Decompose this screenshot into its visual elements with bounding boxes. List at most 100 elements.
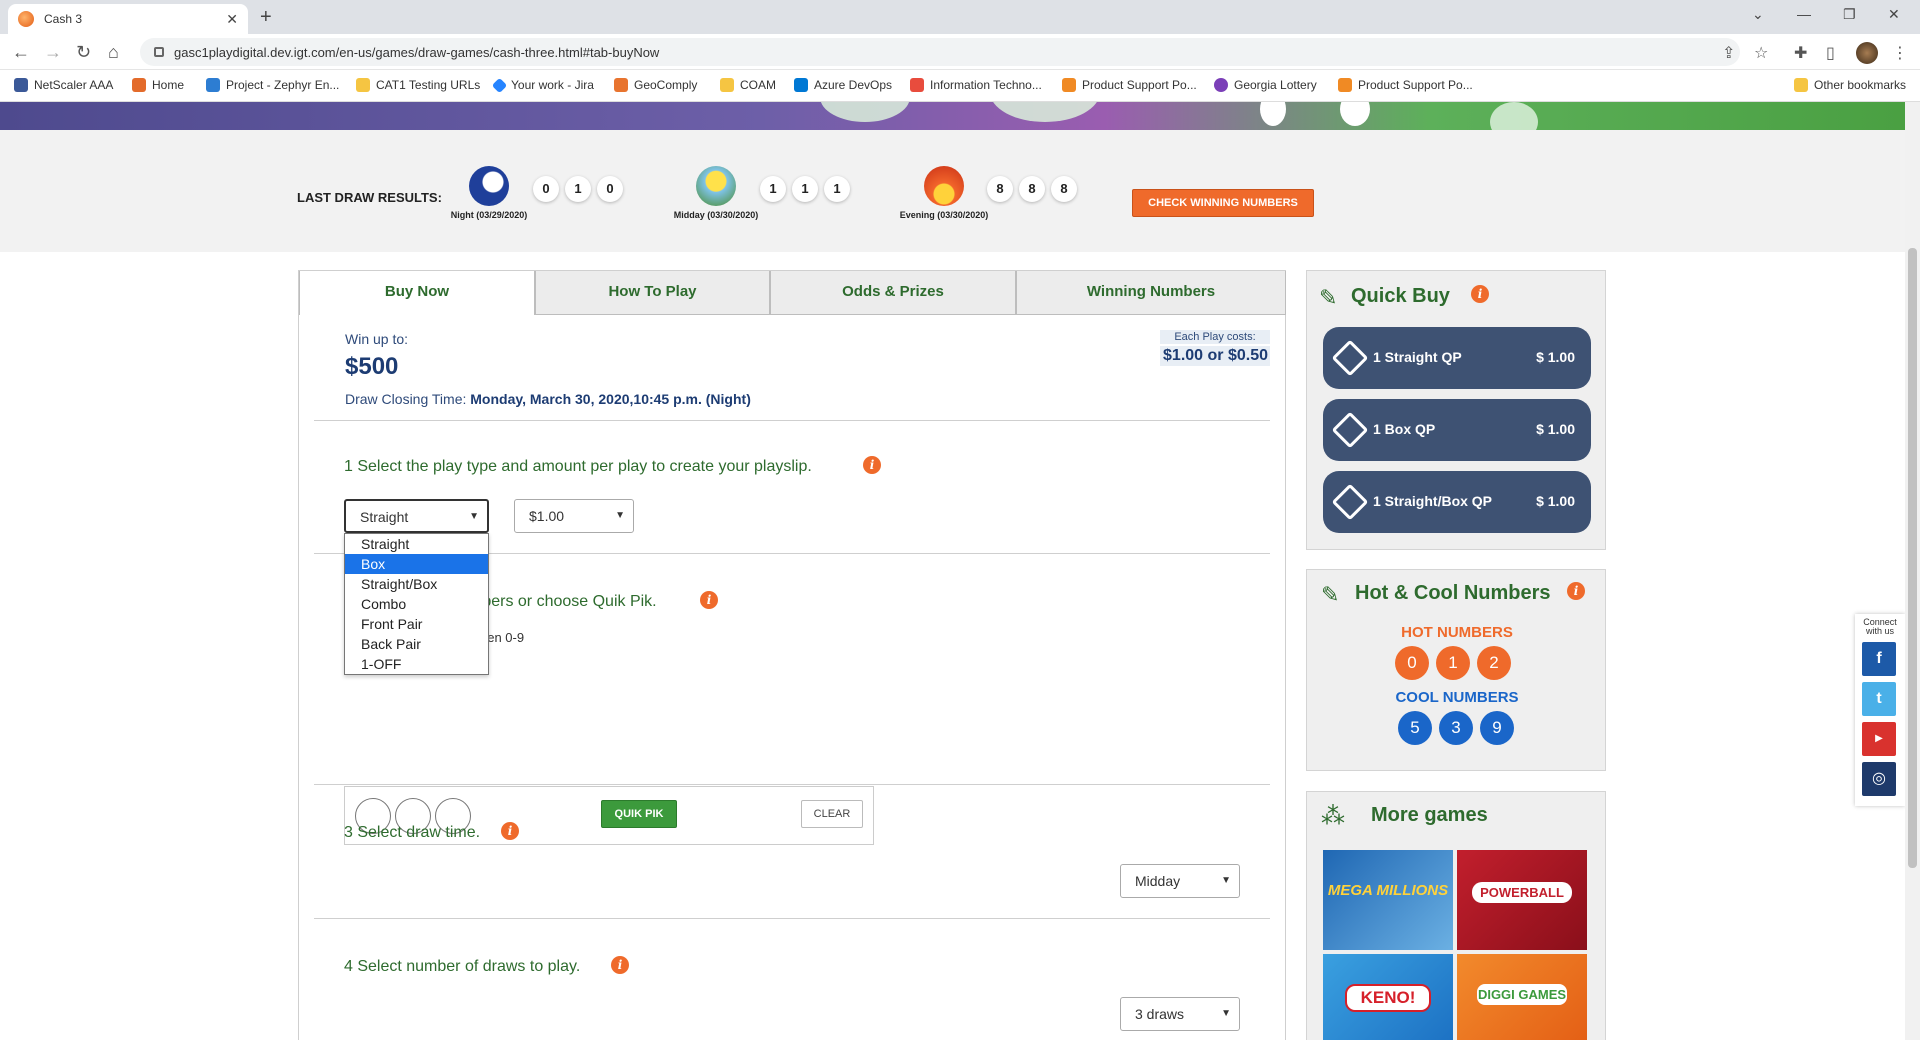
bookmark-item[interactable]: Project - Zephyr En... [206,78,339,92]
minimize-icon[interactable]: — [1797,6,1811,22]
bookmark-item[interactable]: Georgia Lottery [1214,78,1317,92]
play-type-option[interactable]: Box [345,554,488,574]
hot-cool-panel: ✎ Hot & Cool Numbers i HOT NUMBERS 0 1 2… [1306,569,1606,771]
draw-count-select[interactable]: 3 draws ▼ [1120,997,1240,1031]
decorative-bubble [820,102,910,122]
play-type-option[interactable]: Back Pair [345,634,488,654]
browser-toolbar: ← → ↻ ⌂ gasc1playdigital.dev.igt.com/en-… [0,34,1920,70]
restore-icon[interactable]: ❐ [1843,6,1856,23]
quick-buy-straight-button[interactable]: 1 Straight QP $ 1.00 [1323,327,1591,389]
lottery-favicon-icon [18,11,34,27]
win-up-to-label: Win up to: [345,331,409,347]
address-bar[interactable]: gasc1playdigital.dev.igt.com/en-us/games… [140,38,1740,66]
bookmark-item[interactable]: NetScaler AAA [14,78,113,92]
tab-search-icon[interactable]: ⌄ [1752,6,1764,23]
check-winning-numbers-button[interactable]: CHECK WINNING NUMBERS [1132,189,1314,217]
play-type-option[interactable]: Straight [345,534,488,554]
close-tab-icon[interactable]: ✕ [226,11,238,28]
tab-buy-now[interactable]: Buy Now [299,271,535,315]
bookmark-item[interactable]: Product Support Po... [1338,78,1473,92]
draw-time-select[interactable]: Midday ▼ [1120,864,1240,898]
lock-icon [154,47,164,57]
info-icon[interactable]: i [501,822,519,840]
quick-buy-box-button[interactable]: 1 Box QP $ 1.00 [1323,399,1591,461]
play-type-dropdown: Straight Box Straight/Box Combo Front Pa… [344,533,489,675]
play-type-option[interactable]: Straight/Box [345,574,488,594]
tab-winning-numbers[interactable]: Winning Numbers [1016,271,1286,315]
clear-button[interactable]: CLEAR [801,800,863,828]
draw-caption-evening: Evening (03/30/2020) [899,210,989,220]
side-panel-icon[interactable]: ▯ [1826,43,1835,63]
hot-cool-title: Hot & Cool Numbers [1355,582,1551,604]
home-icon[interactable]: ⌂ [108,42,119,63]
quick-buy-straight-box-button[interactable]: 1 Straight/Box QP $ 1.00 [1323,471,1591,533]
browser-tab[interactable]: Cash 3 ✕ [8,4,248,34]
tab-odds-prizes[interactable]: Odds & Prizes [770,271,1016,315]
bookmark-item[interactable]: GeoComply [614,78,697,92]
page-scrollbar[interactable] [1905,102,1920,1040]
play-type-option[interactable]: Front Pair [345,614,488,634]
bookmark-item[interactable]: Home [132,78,184,92]
bookmark-item[interactable]: Information Techno... [910,78,1042,92]
decorative-bubble [1340,102,1370,126]
play-type-select[interactable]: Straight ▼ [344,499,489,533]
reload-icon[interactable]: ↻ [76,42,91,63]
play-type-option[interactable]: Combo [345,594,488,614]
win-amount: $500 [345,353,399,380]
info-icon[interactable]: i [863,456,881,474]
info-icon[interactable]: i [700,591,718,609]
extensions-icon[interactable]: ✚ [1794,43,1807,63]
info-tech-icon [910,78,924,92]
draw-ball: 8 [1051,176,1077,202]
tab-how-to-play[interactable]: How To Play [535,271,770,315]
keno-tile[interactable]: KENO! [1323,954,1453,1040]
bookmark-item[interactable]: Product Support Po... [1062,78,1197,92]
diggi-tile[interactable]: DIGGI GAMES [1457,954,1587,1040]
bookmark-label: Other bookmarks [1814,78,1907,92]
bookmark-item[interactable]: Azure DevOps [794,78,892,92]
zephyr-icon [206,78,220,92]
instagram-icon[interactable]: ◎ [1862,762,1896,796]
scrollbar-thumb[interactable] [1908,248,1917,868]
new-tab-icon[interactable]: + [260,6,272,29]
bookmark-star-icon[interactable]: ☆ [1754,43,1768,63]
info-icon[interactable]: i [1471,285,1489,303]
play-cost-label: Each Play costs: [1160,330,1270,344]
bookmark-label: CAT1 Testing URLs [376,78,481,92]
other-bookmarks[interactable]: Other bookmarks [1794,78,1906,92]
chevron-down-icon: ▼ [1221,875,1231,886]
last-draw-results-bar: LAST DRAW RESULTS: Night (03/29/2020) 0 … [0,130,1905,252]
facebook-icon[interactable]: f [1862,642,1896,676]
draw-ball: 1 [824,176,850,202]
product-support-icon [1062,78,1076,92]
menu-icon[interactable]: ⋮ [1892,43,1908,63]
closing-label: Draw Closing Time: [345,391,467,407]
back-icon[interactable]: ← [12,42,30,63]
connect-label-line: with us [1865,626,1894,636]
mega-millions-tile[interactable]: MEGA MILLIONS [1323,850,1453,950]
draw-ball: 8 [987,176,1013,202]
play-type-option[interactable]: 1-OFF [345,654,488,674]
ticket-icon [1331,483,1369,521]
hot-number-ball: 1 [1436,646,1470,680]
youtube-icon[interactable]: ▶ [1862,722,1896,756]
profile-avatar[interactable] [1856,42,1878,64]
quick-buy-panel: ✎ Quick Buy i 1 Straight QP $ 1.00 1 Box… [1306,270,1606,550]
share-icon[interactable]: ⇪ [1722,43,1735,63]
quik-pik-button[interactable]: QUIK PIK [601,800,677,828]
ticket-icon: ✎ [1321,582,1340,607]
draw-ball: 1 [760,176,786,202]
info-icon[interactable]: i [1567,582,1585,600]
info-icon[interactable]: i [611,956,629,974]
step1-text: 1 Select the play type and amount per pl… [344,458,812,475]
twitter-icon[interactable]: t [1862,682,1896,716]
chevron-down-icon: ▼ [615,510,625,521]
close-window-icon[interactable]: ✕ [1888,6,1900,23]
amount-select[interactable]: $1.00 ▼ [514,499,634,533]
bookmark-item[interactable]: CAT1 Testing URLs [356,78,480,92]
bookmark-item[interactable]: Your work - Jira [491,77,594,93]
forward-icon[interactable]: → [44,42,62,63]
bookmark-item[interactable]: COAM [720,78,776,92]
powerball-tile[interactable]: POWERBALL [1457,850,1587,950]
bookmark-label: GeoComply [634,78,698,92]
